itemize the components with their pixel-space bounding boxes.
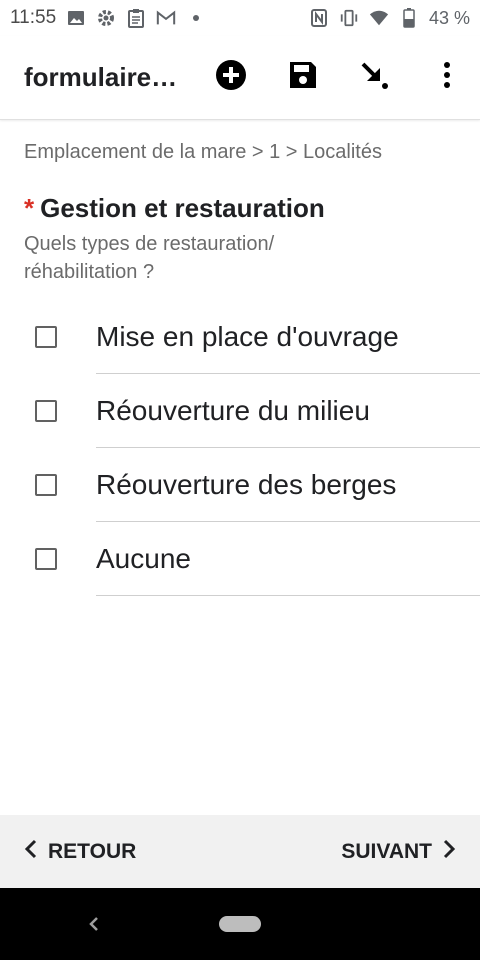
- app-bar: formulaire…: [0, 36, 480, 120]
- form-navigation-bar: RETOUR SUIVANT: [0, 815, 480, 888]
- option-label: Réouverture des berges: [96, 469, 397, 500]
- wifi-icon: [369, 8, 389, 28]
- required-marker: *: [24, 193, 35, 223]
- back-arrow-icon: [84, 917, 104, 940]
- more-vert-icon: [443, 61, 451, 94]
- battery-percentage: 43 %: [428, 7, 470, 28]
- go-to-icon: [360, 60, 390, 95]
- question-title-row: * Gestion et restauration: [24, 192, 456, 224]
- chevron-left-icon: [24, 839, 38, 865]
- add-circle-icon: [215, 59, 247, 96]
- save-icon: [288, 60, 318, 95]
- checkbox[interactable]: [35, 474, 57, 496]
- status-bar-left: 11:55: [10, 7, 206, 29]
- system-home-button[interactable]: [219, 916, 261, 932]
- checkbox[interactable]: [35, 326, 57, 348]
- checkbox[interactable]: [35, 548, 57, 570]
- option-aucune[interactable]: Aucune: [0, 522, 480, 596]
- chevron-right-icon: [442, 839, 456, 865]
- option-reouverture-berges[interactable]: Réouverture des berges: [0, 448, 480, 522]
- more-options-button[interactable]: [424, 55, 470, 101]
- save-button[interactable]: [280, 55, 326, 101]
- app-bar-actions: [208, 55, 470, 101]
- checkbox-options: Mise en place d'ouvrage Réouverture du m…: [0, 300, 480, 596]
- form-content: Emplacement de la mare > 1 > Localités *…: [0, 140, 480, 596]
- option-label: Aucune: [96, 543, 191, 574]
- breadcrumb: Emplacement de la mare > 1 > Localités: [24, 141, 382, 163]
- battery-icon: [399, 8, 419, 28]
- system-back-button[interactable]: [84, 912, 104, 936]
- option-mise-en-place[interactable]: Mise en place d'ouvrage: [0, 300, 480, 374]
- clipboard-icon: [126, 8, 146, 28]
- nfc-icon: [309, 8, 329, 28]
- question-title: Gestion et restauration: [40, 193, 325, 223]
- question-hint: Quels types de restauration/ réhabilitat…: [24, 233, 275, 283]
- option-reouverture-milieu[interactable]: Réouverture du milieu: [0, 374, 480, 448]
- checkbox[interactable]: [35, 400, 57, 422]
- vibrate-icon: [339, 8, 359, 28]
- jump-to-button[interactable]: [352, 55, 398, 101]
- next-button[interactable]: SUIVANT: [341, 839, 456, 865]
- next-label: SUIVANT: [341, 839, 432, 863]
- dot-icon: [186, 8, 206, 28]
- clock: 11:55: [10, 7, 57, 28]
- gmail-icon: [156, 8, 176, 28]
- app-title: formulaire…: [24, 62, 178, 92]
- add-repeat-button[interactable]: [208, 55, 254, 101]
- back-label: RETOUR: [48, 839, 137, 863]
- divider: [96, 595, 480, 596]
- system-navigation-bar: [0, 888, 480, 960]
- status-bar: 11:55 43 %: [0, 0, 480, 36]
- gear-icon: [96, 8, 116, 28]
- back-button[interactable]: RETOUR: [24, 839, 136, 865]
- option-label: Mise en place d'ouvrage: [96, 321, 399, 352]
- option-label: Réouverture du milieu: [96, 395, 370, 426]
- image-icon: [66, 8, 86, 28]
- status-bar-right: 43 %: [309, 8, 470, 29]
